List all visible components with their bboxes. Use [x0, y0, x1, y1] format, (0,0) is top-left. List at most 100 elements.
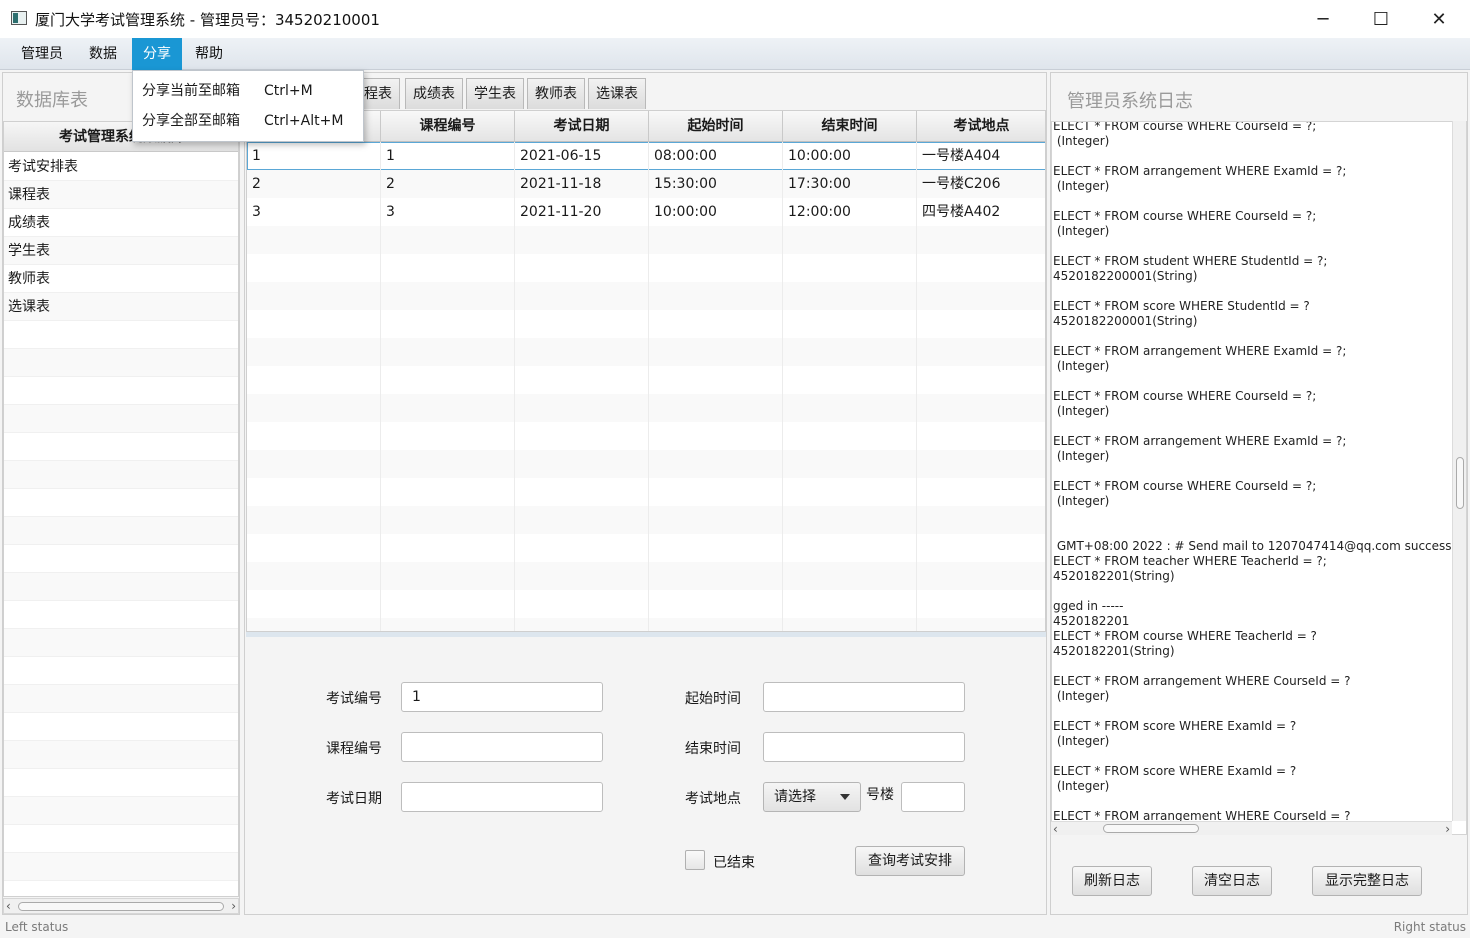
menu-data[interactable]: 数据: [79, 38, 127, 70]
table-empty-row: [247, 338, 1045, 366]
minimize-icon[interactable]: ─: [1294, 0, 1352, 38]
cell-exam-date[interactable]: 2021-06-15: [515, 142, 649, 170]
list-item-course[interactable]: 课程表: [4, 181, 238, 209]
empty-cell: [515, 618, 649, 631]
course-id-input[interactable]: [401, 732, 603, 762]
finished-checkbox[interactable]: [685, 850, 705, 870]
list-item-course-selection[interactable]: 选课表: [4, 293, 238, 321]
scrollbar-thumb[interactable]: [18, 902, 224, 911]
cell-end-time[interactable]: 10:00:00: [783, 142, 917, 170]
split-divider[interactable]: [246, 632, 1046, 637]
empty-cell: [381, 590, 515, 618]
tab-teacher[interactable]: 教师表: [527, 78, 585, 109]
start-time-input[interactable]: [763, 682, 965, 712]
column-header-start-time[interactable]: 起始时间: [649, 111, 783, 142]
list-empty-row: [4, 853, 238, 881]
log-vertical-scrollbar[interactable]: [1452, 121, 1466, 821]
cell-exam-date[interactable]: 2021-11-20: [515, 198, 649, 226]
scroll-right-icon[interactable]: ›: [1445, 822, 1450, 836]
scrollbar-thumb[interactable]: [1456, 457, 1464, 509]
table-row[interactable]: 2 2 2021-11-18 15:30:00 17:30:00 一号楼C206: [247, 170, 1045, 198]
cell-course-id[interactable]: 3: [381, 198, 515, 226]
empty-cell: [381, 534, 515, 562]
building-select[interactable]: 请选择: [763, 782, 861, 812]
menu-share[interactable]: 分享: [132, 38, 182, 70]
cell-start-time[interactable]: 10:00:00: [649, 198, 783, 226]
exam-id-input[interactable]: 1: [401, 682, 603, 712]
tab-student[interactable]: 学生表: [466, 78, 524, 109]
cell-exam-id[interactable]: 2: [247, 170, 381, 198]
admin-log-text-area[interactable]: ELECT * FROM course WHERE CourseId = ?; …: [1051, 121, 1467, 835]
cell-start-time[interactable]: 15:30:00: [649, 170, 783, 198]
room-input[interactable]: [901, 782, 965, 812]
list-item-student[interactable]: 学生表: [4, 237, 238, 265]
scroll-right-icon[interactable]: ›: [231, 899, 236, 913]
menu-item-share-current-email[interactable]: 分享当前至邮箱 Ctrl+M: [133, 76, 363, 106]
table-row[interactable]: 1 1 2021-06-15 08:00:00 10:00:00 一号楼A404: [247, 142, 1045, 170]
table-empty-row: [247, 534, 1045, 562]
column-header-course-id[interactable]: 课程编号: [381, 111, 515, 142]
empty-cell: [649, 310, 783, 338]
empty-cell: [917, 422, 1045, 450]
cell-end-time[interactable]: 12:00:00: [783, 198, 917, 226]
cell-exam-date[interactable]: 2021-11-18: [515, 170, 649, 198]
menu-item-share-all-email[interactable]: 分享全部至邮箱 Ctrl+Alt+M: [133, 106, 363, 136]
empty-cell: [917, 366, 1045, 394]
tab-score[interactable]: 成绩表: [405, 78, 463, 109]
list-item-teacher[interactable]: 教师表: [4, 265, 238, 293]
cell-location[interactable]: 一号楼C206: [917, 170, 1045, 198]
empty-cell: [649, 338, 783, 366]
scroll-left-icon[interactable]: ‹: [1053, 822, 1058, 836]
empty-cell: [247, 562, 381, 590]
query-exam-arrangement-button[interactable]: 查询考试安排: [855, 846, 965, 876]
cell-end-time[interactable]: 17:30:00: [783, 170, 917, 198]
refresh-log-button[interactable]: 刷新日志: [1072, 866, 1152, 896]
menu-help[interactable]: 帮助: [185, 38, 233, 70]
empty-cell: [247, 282, 381, 310]
cell-exam-id[interactable]: 3: [247, 198, 381, 226]
table-list[interactable]: 考试管理系统数据库 考试安排表 课程表 成绩表 学生表 教师表 选课表: [3, 121, 239, 897]
course-id-label: 课程编号: [326, 741, 382, 757]
empty-cell: [515, 310, 649, 338]
log-horizontal-scrollbar[interactable]: ‹ ›: [1051, 821, 1452, 836]
column-header-exam-date[interactable]: 考试日期: [515, 111, 649, 142]
table-list-horizontal-scrollbar[interactable]: ‹ ›: [3, 898, 239, 914]
empty-cell: [783, 590, 917, 618]
cell-location[interactable]: 一号楼A404: [917, 142, 1045, 170]
list-empty-row: [4, 573, 238, 601]
share-dropdown-menu: 分享当前至邮箱 Ctrl+M 分享全部至邮箱 Ctrl+Alt+M: [132, 70, 364, 142]
empty-cell: [649, 366, 783, 394]
show-full-log-button[interactable]: 显示完整日志: [1312, 866, 1422, 896]
maximize-icon[interactable]: ☐: [1352, 0, 1410, 38]
cell-start-time[interactable]: 08:00:00: [649, 142, 783, 170]
empty-cell: [783, 450, 917, 478]
tab-course-selection[interactable]: 选课表: [588, 78, 646, 109]
empty-cell: [247, 366, 381, 394]
list-item-exam-arrangement[interactable]: 考试安排表: [4, 153, 238, 181]
exam-date-input[interactable]: [401, 782, 603, 812]
close-icon[interactable]: ✕: [1410, 0, 1468, 38]
column-header-end-time[interactable]: 结束时间: [783, 111, 917, 142]
list-empty-row: [4, 545, 238, 573]
menu-bar: 管理员 数据 分享 帮助: [0, 38, 1470, 70]
cell-course-id[interactable]: 2: [381, 170, 515, 198]
empty-cell: [247, 422, 381, 450]
list-item-score[interactable]: 成绩表: [4, 209, 238, 237]
cell-exam-id[interactable]: 1: [247, 142, 381, 170]
list-empty-row: [4, 377, 238, 405]
exam-arrangement-table[interactable]: 课程编号 考试日期 起始时间 结束时间 考试地点 1 1 2021-06-15 …: [246, 110, 1046, 632]
cell-location[interactable]: 四号楼A402: [917, 198, 1045, 226]
column-header-location[interactable]: 考试地点: [917, 111, 1045, 142]
clear-log-button[interactable]: 清空日志: [1192, 866, 1272, 896]
scroll-left-icon[interactable]: ‹: [6, 899, 11, 913]
scrollbar-thumb[interactable]: [1103, 824, 1199, 833]
cell-course-id[interactable]: 1: [381, 142, 515, 170]
table-row[interactable]: 3 3 2021-11-20 10:00:00 12:00:00 四号楼A402: [247, 198, 1045, 226]
empty-cell: [381, 338, 515, 366]
list-empty-row: [4, 769, 238, 797]
empty-cell: [917, 338, 1045, 366]
menu-admin[interactable]: 管理员: [11, 38, 73, 70]
menu-item-shortcut: Ctrl+Alt+M: [264, 113, 344, 129]
end-time-input[interactable]: [763, 732, 965, 762]
list-empty-row: [4, 461, 238, 489]
